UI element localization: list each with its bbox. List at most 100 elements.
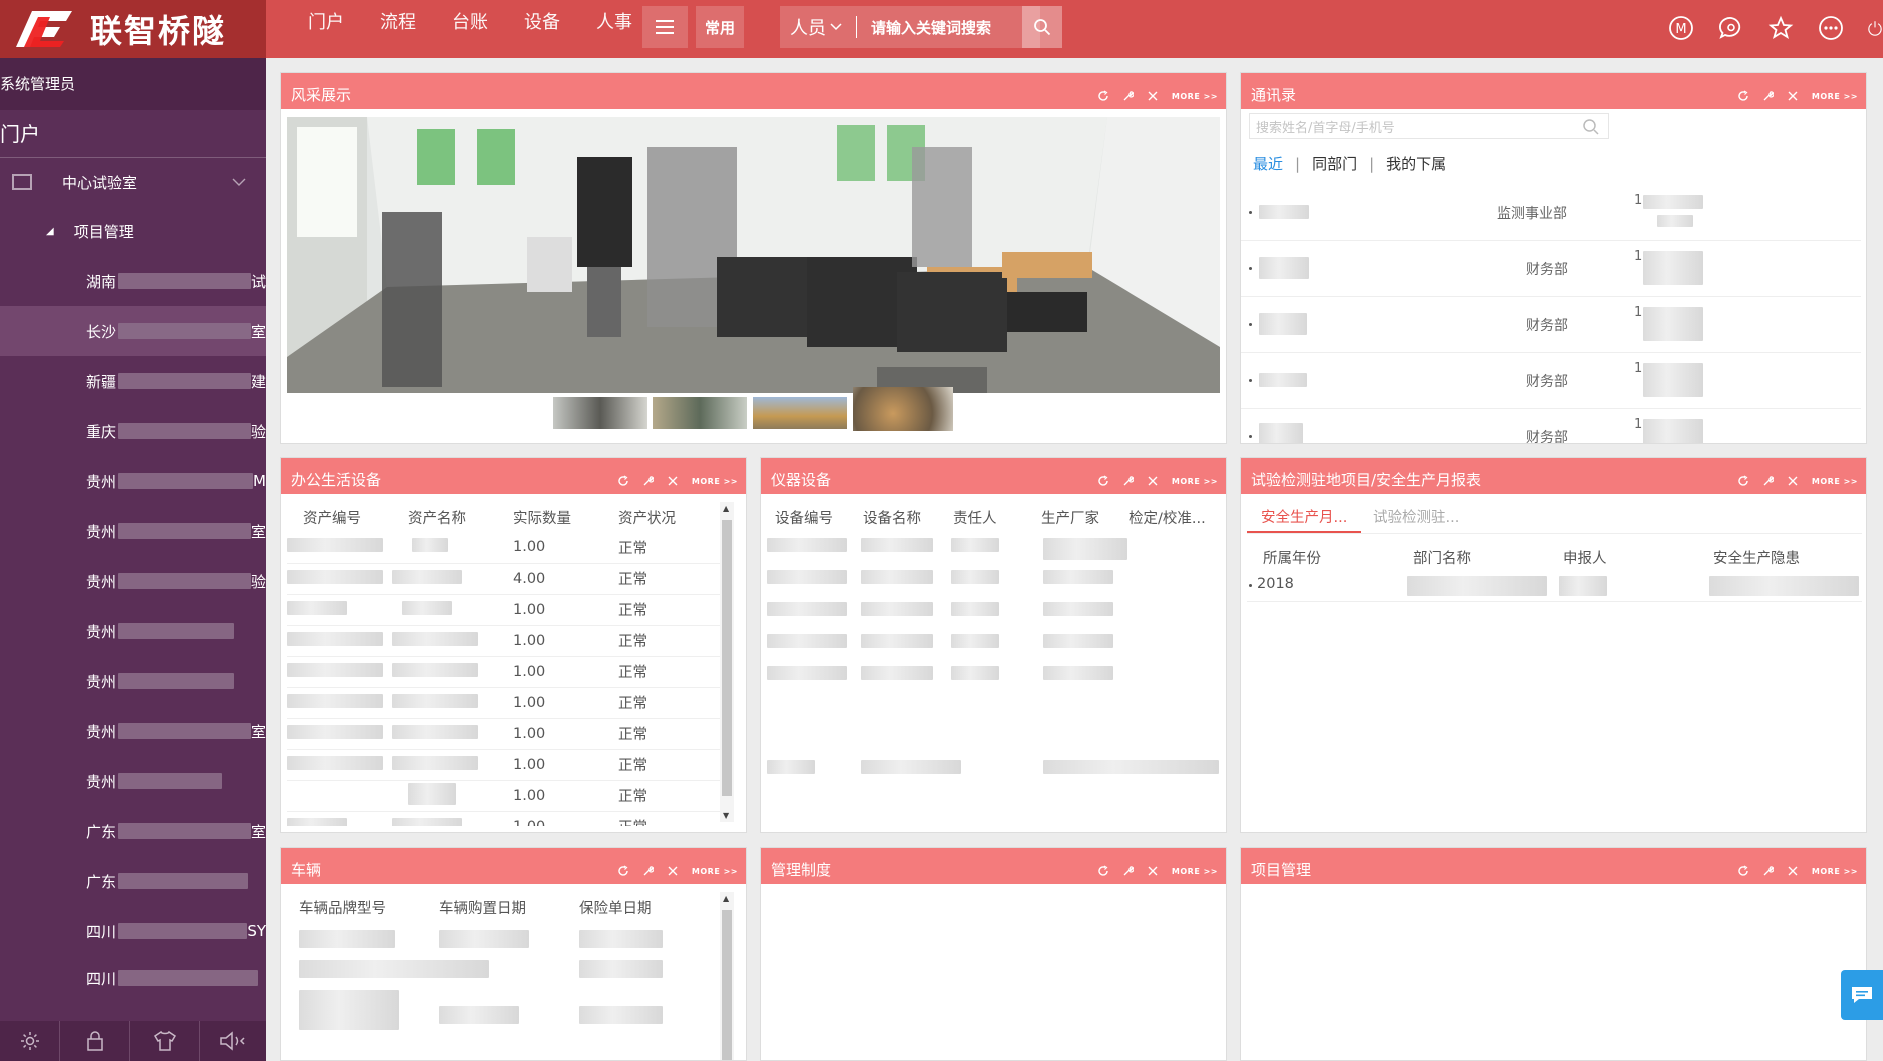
star-icon[interactable] bbox=[1767, 8, 1795, 48]
column-header[interactable]: 设备名称 bbox=[855, 507, 945, 528]
sidebar-item-project[interactable]: 广东 室 bbox=[0, 806, 266, 856]
contact-search-input[interactable]: 搜索姓名/首字母/手机号 bbox=[1249, 113, 1609, 139]
refresh-icon[interactable] bbox=[617, 865, 629, 877]
scroll-thumb[interactable] bbox=[722, 910, 732, 1060]
contact-row[interactable]: 监测事业部 1 bbox=[1241, 185, 1861, 241]
nav-portal[interactable]: 门户 bbox=[290, 0, 362, 50]
table-row[interactable] bbox=[287, 930, 717, 954]
column-header[interactable]: 资产名称 bbox=[392, 502, 497, 532]
sidebar-item-project[interactable]: 贵州 M bbox=[0, 456, 266, 506]
more-link[interactable]: MORE >> bbox=[1172, 867, 1218, 876]
close-icon[interactable] bbox=[1147, 475, 1159, 487]
wrench-icon[interactable] bbox=[642, 475, 654, 487]
nav-ledger[interactable]: 台账 bbox=[434, 0, 506, 50]
column-header[interactable]: 实际数量 bbox=[497, 502, 602, 532]
speaker-icon[interactable] bbox=[200, 1021, 266, 1061]
tab-testing-project[interactable]: 试验检测驻... bbox=[1361, 502, 1459, 533]
shirt-icon[interactable] bbox=[130, 1021, 200, 1061]
vertical-scrollbar[interactable]: ▲ ▼ bbox=[720, 502, 734, 822]
search-scope-select[interactable]: 人员 bbox=[790, 14, 842, 40]
sidebar-item-center-lab[interactable]: 中心试验室 bbox=[0, 158, 266, 206]
carousel-thumb[interactable] bbox=[653, 397, 747, 429]
refresh-icon[interactable] bbox=[1737, 475, 1749, 487]
contact-row[interactable]: 财务部 1 bbox=[1241, 353, 1861, 409]
wrench-icon[interactable] bbox=[642, 865, 654, 877]
sidebar-item-project[interactable]: 四川 bbox=[0, 956, 266, 1000]
refresh-icon[interactable] bbox=[617, 475, 629, 487]
scroll-thumb[interactable] bbox=[722, 520, 732, 796]
more-link[interactable]: MORE >> bbox=[1812, 867, 1858, 876]
wrench-icon[interactable] bbox=[1762, 90, 1774, 102]
scroll-up-arrow-icon[interactable]: ▲ bbox=[723, 504, 729, 513]
carousel-thumb[interactable] bbox=[753, 397, 847, 429]
sidebar-item-project[interactable]: 新疆 建 bbox=[0, 356, 266, 406]
tab-recent[interactable]: 最近 bbox=[1253, 153, 1283, 174]
sidebar-item-project[interactable]: 贵州 bbox=[0, 756, 266, 806]
floating-chat-button[interactable] bbox=[1841, 970, 1883, 1020]
nav-hr[interactable]: 人事 bbox=[578, 0, 650, 50]
wrench-icon[interactable] bbox=[1122, 865, 1134, 877]
tab-safety-monthly[interactable]: 安全生产月... bbox=[1247, 502, 1361, 533]
refresh-icon[interactable] bbox=[1097, 475, 1109, 487]
sidebar-item-project[interactable]: 广东 bbox=[0, 856, 266, 906]
wrench-icon[interactable] bbox=[1122, 90, 1134, 102]
contact-row[interactable]: 财务部 1 bbox=[1241, 297, 1861, 353]
scroll-up-arrow-icon[interactable]: ▲ bbox=[723, 894, 729, 903]
column-header[interactable]: 检定/校准... bbox=[1121, 507, 1206, 528]
table-row[interactable]: 1.00正常 bbox=[287, 656, 725, 688]
common-button[interactable]: 常用 bbox=[696, 6, 744, 48]
search-button[interactable] bbox=[1022, 6, 1062, 48]
more-link[interactable]: MORE >> bbox=[692, 867, 738, 876]
close-icon[interactable] bbox=[1787, 90, 1799, 102]
contact-row[interactable]: 财务部 1 bbox=[1241, 241, 1861, 297]
column-header[interactable]: 安全生产隐患 bbox=[1697, 547, 1800, 568]
wrench-icon[interactable] bbox=[1762, 865, 1774, 877]
table-row[interactable] bbox=[767, 634, 1222, 660]
column-header[interactable]: 责任人 bbox=[945, 507, 1033, 528]
search-input[interactable]: 请输入关键词搜索 bbox=[871, 17, 991, 38]
close-icon[interactable] bbox=[667, 865, 679, 877]
showcase-carousel[interactable] bbox=[287, 117, 1220, 393]
carousel-thumb[interactable] bbox=[553, 397, 647, 429]
sidebar-item-project-mgmt[interactable]: ◢ 项目管理 bbox=[0, 206, 266, 256]
table-row[interactable] bbox=[287, 960, 717, 984]
table-row[interactable] bbox=[767, 602, 1222, 628]
close-icon[interactable] bbox=[1787, 865, 1799, 877]
more-link[interactable]: MORE >> bbox=[1812, 477, 1858, 486]
scroll-down-arrow-icon[interactable]: ▼ bbox=[723, 811, 729, 820]
column-header[interactable]: 设备编号 bbox=[767, 507, 855, 528]
close-icon[interactable] bbox=[667, 475, 679, 487]
message-m-icon[interactable]: M bbox=[1667, 8, 1695, 48]
table-row[interactable] bbox=[767, 538, 1222, 564]
wrench-icon[interactable] bbox=[1122, 475, 1134, 487]
sidebar-item-project[interactable]: 贵州 bbox=[0, 656, 266, 706]
sidebar-item-project[interactable]: 长沙 室 bbox=[0, 306, 266, 356]
more-link[interactable]: MORE >> bbox=[1172, 92, 1218, 101]
sidebar-item-project[interactable]: 贵州 室 bbox=[0, 706, 266, 756]
close-icon[interactable] bbox=[1147, 865, 1159, 877]
column-header[interactable]: 部门名称 bbox=[1397, 547, 1547, 568]
table-row[interactable] bbox=[767, 760, 1222, 784]
table-row[interactable]: 1.00正常 bbox=[287, 532, 725, 564]
more-link[interactable]: MORE >> bbox=[1172, 477, 1218, 486]
table-row[interactable] bbox=[767, 666, 1222, 692]
table-row[interactable]: 4.00 正常 bbox=[287, 563, 725, 595]
refresh-icon[interactable] bbox=[1097, 865, 1109, 877]
table-row[interactable]: 2018 bbox=[1247, 570, 1862, 602]
chat-bubble-icon[interactable] bbox=[1717, 8, 1745, 48]
close-icon[interactable] bbox=[1787, 475, 1799, 487]
table-row[interactable] bbox=[287, 990, 717, 1034]
table-row[interactable]: 1.00正常 bbox=[287, 625, 725, 657]
sidebar-item-project[interactable]: 贵州 bbox=[0, 606, 266, 656]
carousel-thumb[interactable] bbox=[853, 387, 953, 431]
column-header[interactable]: 生产厂家 bbox=[1033, 507, 1121, 528]
table-row[interactable]: 1.00正常 bbox=[287, 718, 725, 750]
lock-icon[interactable] bbox=[60, 1021, 130, 1061]
sidebar-item-project[interactable]: 四川 SY bbox=[0, 906, 266, 956]
brand-logo[interactable]: 联智桥隧 bbox=[0, 0, 266, 58]
column-header[interactable]: 保险单日期 bbox=[567, 897, 652, 918]
tab-subordinates[interactable]: 我的下属 bbox=[1386, 153, 1446, 174]
nav-equipment[interactable]: 设备 bbox=[506, 0, 578, 50]
sidebar-item-project[interactable]: 湖南 试 bbox=[0, 256, 266, 306]
table-row[interactable]: 1.00正常 bbox=[287, 687, 725, 719]
